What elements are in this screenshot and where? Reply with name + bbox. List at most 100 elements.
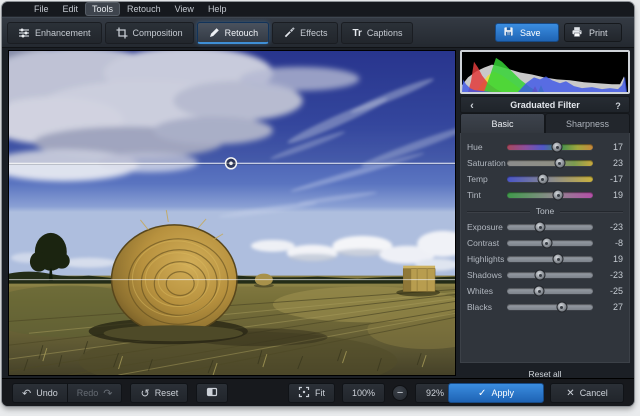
menu-view[interactable]: View [169,3,200,15]
slider-label: Shadows [467,267,507,283]
slider-label: Contrast [467,235,507,251]
slider-track[interactable] [507,256,593,262]
slider-handle[interactable] [556,302,567,313]
reset-button[interactable]: ↺ Reset [130,383,188,403]
tone-section-label: Tone [536,206,554,216]
slider-label: Saturation [467,155,507,171]
photo-canvas[interactable] [8,50,456,376]
print-label: Print [589,28,608,38]
slider-handle[interactable] [534,286,545,297]
magic-wand-icon [283,27,295,39]
tab-captions[interactable]: Tr Captions [341,22,413,44]
slider-handle[interactable] [537,174,548,185]
fit-label: Fit [315,388,325,398]
slider-handle[interactable] [552,142,563,153]
history-controls: ↶ Undo Redo ↷ ↺ Reset [12,383,228,403]
zoom-out-button[interactable]: − [392,385,408,401]
slider-value: 19 [597,251,625,267]
undo-button[interactable]: ↶ Undo [12,383,68,403]
menu-help[interactable]: Help [202,3,233,15]
panel-tabs: Basic Sharpness [460,113,630,133]
save-label: Save [520,28,541,38]
slider-track[interactable] [507,304,593,310]
slider-track[interactable] [507,288,593,294]
slider-track[interactable] [507,160,593,166]
back-chevron-icon[interactable]: ‹ [463,97,481,114]
slider-handle[interactable] [553,254,564,265]
redo-button[interactable]: Redo ↷ [68,383,123,403]
slider-label: Blacks [467,299,507,315]
menu-edit[interactable]: Edit [57,3,85,15]
toolbar: Enhancement Composition Retouch Effects … [2,17,634,48]
menu-retouch[interactable]: Retouch [121,3,167,15]
redo-label: Redo [77,388,99,398]
slider-value: 23 [597,155,625,171]
text-icon: Tr [352,28,361,39]
slider-handle[interactable] [535,270,546,281]
slider-row-hue: Hue 17 [467,139,625,155]
print-button[interactable]: Print [564,23,622,42]
cancel-button[interactable]: ✕ Cancel [550,383,624,403]
slider-handle[interactable] [535,222,546,233]
slider-label: Highlights [467,251,507,267]
tab-enhancement[interactable]: Enhancement [7,22,102,44]
tab-effects[interactable]: Effects [272,22,338,44]
printer-icon [571,26,583,40]
photo-hay-field [9,51,455,375]
slider-handle[interactable] [554,158,565,169]
slider-track[interactable] [507,240,593,246]
slider-handle[interactable] [553,190,564,201]
slider-track[interactable] [507,144,593,150]
slider-track[interactable] [507,272,593,278]
help-icon[interactable]: ? [609,97,627,114]
tone-sliders-group: Exposure -23 Contrast -8 Highlights 19 S… [467,219,625,315]
slider-value: -25 [597,283,625,299]
before-after-compare-button[interactable] [196,383,228,403]
slider-value: -23 [597,219,625,235]
tone-section-divider: Tone [467,204,623,218]
tab-label: Retouch [225,28,259,38]
tab-sharpness[interactable]: Sharpness [545,113,630,133]
slider-row-whites: Whites -25 [467,283,625,299]
zoom-100-button[interactable]: 100% [342,383,385,403]
slider-handle[interactable] [541,238,552,249]
histogram-plot [462,52,628,92]
app-window: File Edit Tools Retouch View Help Enhanc… [2,2,634,406]
slider-track[interactable] [507,176,593,182]
checkmark-icon: ✓ [478,388,486,399]
screenshot-frame: File Edit Tools Retouch View Help Enhanc… [0,0,640,416]
slider-row-temp: Temp -17 [467,171,625,187]
bottom-bar: ↶ Undo Redo ↷ ↺ Reset Fit 100% [2,378,634,406]
fit-button[interactable]: Fit [288,383,335,403]
slider-row-tint: Tint 19 [467,187,625,203]
tab-label: Composition [133,28,183,38]
slider-row-blacks: Blacks 27 [467,299,625,315]
apply-button[interactable]: ✓ Apply [448,383,544,403]
tab-basic[interactable]: Basic [460,113,545,133]
floppy-disk-icon [503,26,514,39]
tab-label: Enhancement [35,28,91,38]
slider-track[interactable] [507,224,593,230]
histogram [460,50,630,94]
slider-value: -8 [597,235,625,251]
panel-header: ‹ Graduated Filter ? [460,96,630,113]
slider-label: Exposure [467,219,507,235]
cancel-label: Cancel [580,388,608,398]
slider-label: Temp [467,171,507,187]
slider-row-saturation: Saturation 23 [467,155,625,171]
menu-file[interactable]: File [28,3,55,15]
menu-tools[interactable]: Tools [86,3,119,15]
slider-track[interactable] [507,192,593,198]
apply-label: Apply [491,388,514,398]
undo-label: Undo [36,388,58,398]
side-panel: ‹ Graduated Filter ? Basic Sharpness Hue… [460,50,630,376]
save-button[interactable]: Save [495,23,559,42]
crop-icon [116,27,128,39]
tab-retouch[interactable]: Retouch [197,22,270,44]
adjust-sliders-icon [18,27,30,39]
tab-composition[interactable]: Composition [105,22,194,44]
panel-body: Hue 17 Saturation 23 Temp -17 Tint 19 To… [460,133,630,363]
slider-value: -17 [597,171,625,187]
graduated-filter-control-point[interactable] [226,158,237,169]
reset-circular-arrow-icon: ↺ [140,388,149,399]
